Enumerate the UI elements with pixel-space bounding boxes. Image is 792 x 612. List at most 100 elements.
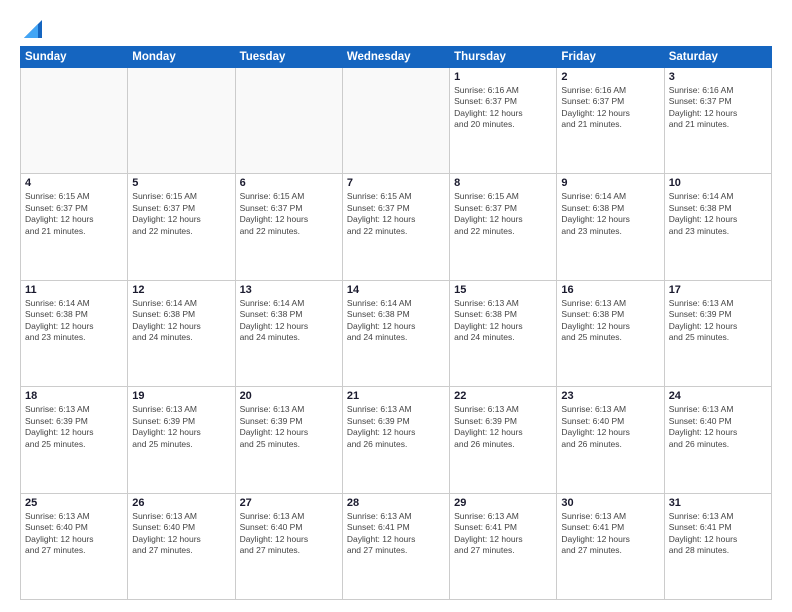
calendar-cell: 26 Sunrise: 6:13 AM Sunset: 6:40 PM Dayli…	[128, 493, 235, 599]
calendar-cell: 6Sunrise: 6:15 AM Sunset: 6:37 PM Daylig…	[235, 174, 342, 280]
day-number: 1	[454, 71, 552, 83]
day-info: Sunrise: 6:13 AM Sunset: 6:40 PM Dayligh…	[240, 511, 338, 557]
day-number: 8	[454, 177, 552, 189]
calendar-cell: 20 Sunrise: 6:13 AM Sunset: 6:39 PM Dayli…	[235, 387, 342, 493]
week-row-3: 11 Sunrise: 6:14 AM Sunset: 6:38 PM Dayli…	[21, 280, 772, 386]
day-number: 5	[132, 177, 230, 189]
calendar-cell	[342, 68, 449, 174]
calendar-cell: 3 Sunrise: 6:16 AM Sunset: 6:37 PM Daylig…	[664, 68, 771, 174]
day-info: Sunrise: 6:15 AM Sunset: 6:37 PM Dayligh…	[240, 191, 338, 237]
day-number: 28	[347, 497, 445, 509]
day-number: 24	[669, 390, 767, 402]
calendar-cell: 28 Sunrise: 6:13 AM Sunset: 6:41 PM Dayli…	[342, 493, 449, 599]
day-info: Sunrise: 6:13 AM Sunset: 6:39 PM Dayligh…	[240, 404, 338, 450]
calendar-cell: 4 Sunrise: 6:15 AM Sunset: 6:37 PM Daylig…	[21, 174, 128, 280]
day-info: Sunrise: 6:13 AM Sunset: 6:40 PM Dayligh…	[25, 511, 123, 557]
day-number: 7	[347, 177, 445, 189]
logo-icon	[24, 16, 42, 38]
calendar-cell: 16 Sunrise: 6:13 AM Sunset: 6:38 PM Dayli…	[557, 280, 664, 386]
day-info: Sunrise: 6:15 AM Sunset: 6:37 PM Dayligh…	[347, 191, 445, 237]
day-info: Sunrise: 6:14 AM Sunset: 6:38 PM Dayligh…	[240, 298, 338, 344]
weekday-header-monday: Monday	[128, 47, 235, 68]
calendar-cell: 24 Sunrise: 6:13 AM Sunset: 6:40 PM Dayli…	[664, 387, 771, 493]
day-number: 16	[561, 284, 659, 296]
calendar-cell: 25 Sunrise: 6:13 AM Sunset: 6:40 PM Dayli…	[21, 493, 128, 599]
calendar-cell: 30 Sunrise: 6:13 AM Sunset: 6:41 PM Dayli…	[557, 493, 664, 599]
weekday-header-saturday: Saturday	[664, 47, 771, 68]
calendar-cell: 29 Sunrise: 6:13 AM Sunset: 6:41 PM Dayli…	[450, 493, 557, 599]
day-info: Sunrise: 6:13 AM Sunset: 6:40 PM Dayligh…	[669, 404, 767, 450]
calendar-cell: 17 Sunrise: 6:13 AM Sunset: 6:39 PM Dayli…	[664, 280, 771, 386]
day-number: 23	[561, 390, 659, 402]
day-number: 13	[240, 284, 338, 296]
day-info: Sunrise: 6:16 AM Sunset: 6:37 PM Dayligh…	[454, 85, 552, 131]
day-info: Sunrise: 6:16 AM Sunset: 6:37 PM Dayligh…	[669, 85, 767, 131]
day-number: 4	[25, 177, 123, 189]
day-number: 15	[454, 284, 552, 296]
day-info: Sunrise: 6:13 AM Sunset: 6:39 PM Dayligh…	[347, 404, 445, 450]
calendar-cell: 10Sunrise: 6:14 AM Sunset: 6:38 PM Dayli…	[664, 174, 771, 280]
logo	[20, 16, 42, 38]
day-number: 14	[347, 284, 445, 296]
day-number: 26	[132, 497, 230, 509]
day-info: Sunrise: 6:13 AM Sunset: 6:41 PM Dayligh…	[669, 511, 767, 557]
calendar-cell: 27 Sunrise: 6:13 AM Sunset: 6:40 PM Dayli…	[235, 493, 342, 599]
day-number: 25	[25, 497, 123, 509]
day-info: Sunrise: 6:14 AM Sunset: 6:38 PM Dayligh…	[347, 298, 445, 344]
week-row-5: 25 Sunrise: 6:13 AM Sunset: 6:40 PM Dayli…	[21, 493, 772, 599]
day-info: Sunrise: 6:13 AM Sunset: 6:39 PM Dayligh…	[25, 404, 123, 450]
day-info: Sunrise: 6:13 AM Sunset: 6:39 PM Dayligh…	[669, 298, 767, 344]
calendar-cell: 19 Sunrise: 6:13 AM Sunset: 6:39 PM Dayli…	[128, 387, 235, 493]
day-info: Sunrise: 6:13 AM Sunset: 6:39 PM Dayligh…	[454, 404, 552, 450]
weekday-header-friday: Friday	[557, 47, 664, 68]
calendar-cell	[235, 68, 342, 174]
calendar-cell: 21 Sunrise: 6:13 AM Sunset: 6:39 PM Dayli…	[342, 387, 449, 493]
day-info: Sunrise: 6:16 AM Sunset: 6:37 PM Dayligh…	[561, 85, 659, 131]
calendar-cell: 9 Sunrise: 6:14 AM Sunset: 6:38 PM Daylig…	[557, 174, 664, 280]
day-info: Sunrise: 6:13 AM Sunset: 6:41 PM Dayligh…	[561, 511, 659, 557]
day-info: Sunrise: 6:13 AM Sunset: 6:39 PM Dayligh…	[132, 404, 230, 450]
day-number: 9	[561, 177, 659, 189]
day-info: Sunrise: 6:13 AM Sunset: 6:40 PM Dayligh…	[132, 511, 230, 557]
day-info: Sunrise: 6:13 AM Sunset: 6:41 PM Dayligh…	[454, 511, 552, 557]
weekday-header-sunday: Sunday	[21, 47, 128, 68]
day-number: 11	[25, 284, 123, 296]
day-info: Sunrise: 6:14 AM Sunset: 6:38 PM Dayligh…	[132, 298, 230, 344]
calendar-cell: 2 Sunrise: 6:16 AM Sunset: 6:37 PM Daylig…	[557, 68, 664, 174]
calendar-cell	[128, 68, 235, 174]
day-number: 29	[454, 497, 552, 509]
day-number: 17	[669, 284, 767, 296]
day-number: 2	[561, 71, 659, 83]
calendar-cell: 22 Sunrise: 6:13 AM Sunset: 6:39 PM Dayli…	[450, 387, 557, 493]
day-number: 22	[454, 390, 552, 402]
day-number: 31	[669, 497, 767, 509]
page: SundayMondayTuesdayWednesdayThursdayFrid…	[0, 0, 792, 612]
day-number: 27	[240, 497, 338, 509]
calendar-cell: 13 Sunrise: 6:14 AM Sunset: 6:38 PM Dayli…	[235, 280, 342, 386]
day-info: Sunrise: 6:13 AM Sunset: 6:41 PM Dayligh…	[347, 511, 445, 557]
day-info: Sunrise: 6:13 AM Sunset: 6:40 PM Dayligh…	[561, 404, 659, 450]
day-number: 19	[132, 390, 230, 402]
calendar-cell	[21, 68, 128, 174]
calendar-cell: 8 Sunrise: 6:15 AM Sunset: 6:37 PM Daylig…	[450, 174, 557, 280]
calendar-cell: 11 Sunrise: 6:14 AM Sunset: 6:38 PM Dayli…	[21, 280, 128, 386]
day-info: Sunrise: 6:14 AM Sunset: 6:38 PM Dayligh…	[25, 298, 123, 344]
day-number: 18	[25, 390, 123, 402]
day-info: Sunrise: 6:15 AM Sunset: 6:37 PM Dayligh…	[132, 191, 230, 237]
calendar-cell: 14 Sunrise: 6:14 AM Sunset: 6:38 PM Dayli…	[342, 280, 449, 386]
day-info: Sunrise: 6:15 AM Sunset: 6:37 PM Dayligh…	[25, 191, 123, 237]
day-info: Sunrise: 6:15 AM Sunset: 6:37 PM Dayligh…	[454, 191, 552, 237]
calendar-cell: 18 Sunrise: 6:13 AM Sunset: 6:39 PM Dayli…	[21, 387, 128, 493]
day-number: 21	[347, 390, 445, 402]
calendar-cell: 23 Sunrise: 6:13 AM Sunset: 6:40 PM Dayli…	[557, 387, 664, 493]
weekday-header-wednesday: Wednesday	[342, 47, 449, 68]
day-info: Sunrise: 6:13 AM Sunset: 6:38 PM Dayligh…	[454, 298, 552, 344]
day-info: Sunrise: 6:14 AM Sunset: 6:38 PM Dayligh…	[561, 191, 659, 237]
day-number: 3	[669, 71, 767, 83]
calendar-cell: 7 Sunrise: 6:15 AM Sunset: 6:37 PM Daylig…	[342, 174, 449, 280]
week-row-1: 1 Sunrise: 6:16 AM Sunset: 6:37 PM Daylig…	[21, 68, 772, 174]
day-number: 30	[561, 497, 659, 509]
day-info: Sunrise: 6:13 AM Sunset: 6:38 PM Dayligh…	[561, 298, 659, 344]
week-row-4: 18 Sunrise: 6:13 AM Sunset: 6:39 PM Dayli…	[21, 387, 772, 493]
day-number: 20	[240, 390, 338, 402]
